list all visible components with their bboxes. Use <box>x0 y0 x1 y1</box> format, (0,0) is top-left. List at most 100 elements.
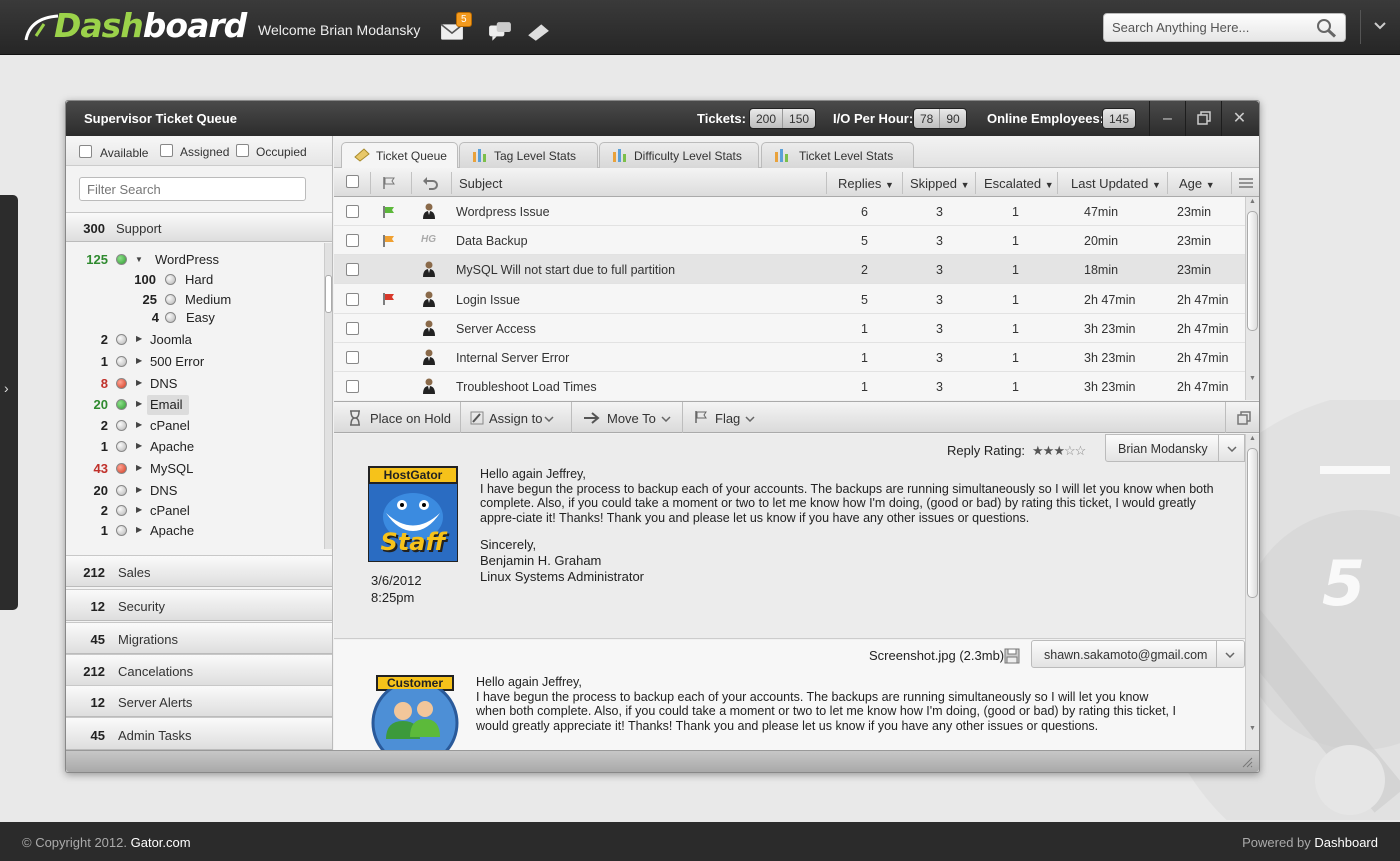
row-checkbox[interactable] <box>346 351 359 364</box>
search-icon[interactable] <box>1315 18 1337 38</box>
star-empty-icon[interactable]: ☆ <box>1064 443 1076 458</box>
tree-item-cpanel[interactable]: 2 ▶ cPanel <box>66 416 324 436</box>
tree-item-medium[interactable]: 25 Medium <box>66 290 324 310</box>
group-support[interactable]: 300 Support <box>66 212 332 242</box>
row-checkbox[interactable] <box>346 380 359 393</box>
tree-item-dns[interactable]: 8 ▶ DNS <box>66 374 324 394</box>
caret-right-icon[interactable]: ▶ <box>136 334 142 343</box>
column-replies[interactable]: Replies ▼ <box>838 176 894 191</box>
tab-tag-level-stats[interactable]: Tag Level Stats <box>459 142 598 168</box>
caret-right-icon[interactable]: ▶ <box>136 485 142 494</box>
close-button[interactable]: ✕ <box>1221 101 1257 136</box>
star-filled-icon[interactable]: ★ <box>1053 443 1065 458</box>
green-flag-icon[interactable] <box>382 205 396 219</box>
caret-right-icon[interactable]: ▶ <box>136 505 142 514</box>
filter-search-input[interactable] <box>79 177 306 201</box>
ticket-icon[interactable] <box>526 22 550 42</box>
caret-right-icon[interactable]: ▶ <box>136 463 142 472</box>
column-escalated[interactable]: Escalated ▼ <box>984 176 1054 191</box>
minimize-button[interactable]: – <box>1149 101 1185 136</box>
tree-item-hard[interactable]: 100 Hard <box>66 270 324 290</box>
table-row[interactable]: Wordpress Issue 6 3 1 47min 23min <box>334 197 1245 226</box>
global-search-input[interactable] <box>1104 14 1309 41</box>
ticket-list-scroll-thumb[interactable] <box>1247 211 1258 331</box>
caret-down-icon[interactable]: ▼ <box>135 255 143 264</box>
undo-column-icon[interactable] <box>422 176 438 190</box>
move-to-button[interactable]: Move To <box>583 402 679 433</box>
place-on-hold-button[interactable]: Place on Hold <box>348 402 460 433</box>
tree-item-joomla[interactable]: 2 ▶ Joomla <box>66 330 324 350</box>
tree-item-mysql[interactable]: 43 ▶ MySQL <box>66 459 324 479</box>
group-server-alerts[interactable]: 12 Server Alerts <box>66 685 332 717</box>
column-last-updated[interactable]: Last Updated ▼ <box>1071 176 1161 191</box>
select-all-checkbox[interactable] <box>346 175 359 188</box>
assigned-checkbox[interactable] <box>160 144 173 157</box>
caret-right-icon[interactable]: ▶ <box>136 378 142 387</box>
global-search[interactable] <box>1103 13 1346 42</box>
reply-rating-stars[interactable]: ★★★☆☆ <box>1032 443 1087 459</box>
occupied-checkbox[interactable] <box>236 144 249 157</box>
tree-item-cpanel-2[interactable]: 2 ▶ cPanel <box>66 501 324 521</box>
tree-scroll-thumb[interactable] <box>325 275 332 313</box>
group-migrations[interactable]: 45 Migrations <box>66 622 332 654</box>
chat-icon[interactable] <box>488 22 512 42</box>
assign-to-button[interactable]: Assign to <box>470 402 570 433</box>
dashboard-logo[interactable]: Dashboard <box>22 8 247 44</box>
tree-item-apache-2[interactable]: 1 ▶ Apache <box>66 521 324 541</box>
row-checkbox[interactable] <box>346 293 359 306</box>
group-sales[interactable]: 212 Sales <box>66 555 332 587</box>
star-filled-icon[interactable]: ★ <box>1043 443 1055 458</box>
conversation-scroll-thumb[interactable] <box>1247 448 1258 598</box>
tree-scrollbar[interactable] <box>324 243 332 549</box>
caret-right-icon[interactable]: ▶ <box>136 525 142 534</box>
scroll-up-icon[interactable]: ▲ <box>1249 435 1256 442</box>
column-menu-icon[interactable] <box>1238 177 1254 189</box>
tab-difficulty-level-stats[interactable]: Difficulty Level Stats <box>599 142 759 168</box>
group-cancelations[interactable]: 212 Cancelations <box>66 654 332 686</box>
caret-right-icon[interactable]: ▶ <box>136 399 142 408</box>
star-empty-icon[interactable]: ☆ <box>1075 443 1087 458</box>
chevron-down-icon[interactable] <box>1374 22 1386 30</box>
table-row[interactable]: Internal Server Error 1 3 1 3h 23min 2h … <box>334 343 1245 372</box>
row-checkbox[interactable] <box>346 322 359 335</box>
red-flag-icon[interactable] <box>382 292 396 306</box>
copyright-site-link[interactable]: Gator.com <box>131 835 191 850</box>
row-checkbox[interactable] <box>346 205 359 218</box>
orange-flag-icon[interactable] <box>382 234 396 248</box>
save-icon[interactable] <box>1004 648 1020 664</box>
row-checkbox[interactable] <box>346 263 359 276</box>
customer-author-dropdown[interactable]: shawn.sakamoto@gmail.com <box>1031 640 1245 668</box>
table-row[interactable]: Login Issue 5 3 1 2h 47min 2h 47min <box>334 284 1245 314</box>
ticket-list-scrollbar[interactable]: ▲ ▼ <box>1245 197 1259 400</box>
tree-item-email[interactable]: 20 ▶ Email <box>66 395 324 415</box>
tree-item-apache[interactable]: 1 ▶ Apache <box>66 437 324 457</box>
row-checkbox[interactable] <box>346 234 359 247</box>
available-checkbox[interactable] <box>79 145 92 158</box>
tree-item-wordpress[interactable]: 125 ▼ WordPress <box>66 250 324 270</box>
tree-item-500-error[interactable]: 1 ▶ 500 Error <box>66 352 324 372</box>
column-subject[interactable]: Subject <box>459 176 502 191</box>
group-admin-tasks[interactable]: 45 Admin Tasks <box>66 717 332 750</box>
scroll-down-icon[interactable]: ▼ <box>1249 375 1256 382</box>
conversation-scrollbar[interactable]: ▲ ▼ <box>1245 434 1259 750</box>
table-row[interactable]: MySQL Will not start due to full partiti… <box>334 255 1245 284</box>
reply-author-dropdown[interactable]: Brian Modansky <box>1105 434 1245 462</box>
popout-icon[interactable] <box>1237 411 1251 425</box>
tab-ticket-level-stats[interactable]: Ticket Level Stats <box>761 142 914 168</box>
caret-right-icon[interactable]: ▶ <box>136 441 142 450</box>
column-skipped[interactable]: Skipped ▼ <box>910 176 970 191</box>
side-drawer-handle[interactable]: › <box>0 195 18 610</box>
tree-item-dns-2[interactable]: 20 ▶ DNS <box>66 481 324 501</box>
flag-column-icon[interactable] <box>382 176 396 190</box>
scroll-up-icon[interactable]: ▲ <box>1249 198 1256 205</box>
restore-button[interactable] <box>1185 101 1221 136</box>
tree-item-easy[interactable]: 4 Easy <box>66 308 324 328</box>
table-row[interactable]: Server Access 1 3 1 3h 23min 2h 47min <box>334 314 1245 343</box>
tab-ticket-queue[interactable]: Ticket Queue <box>341 142 458 169</box>
caret-right-icon[interactable]: ▶ <box>136 356 142 365</box>
table-row[interactable]: HG Data Backup 5 3 1 20min 23min <box>334 226 1245 255</box>
flag-button[interactable]: Flag <box>694 402 764 433</box>
table-row[interactable]: Troubleshoot Load Times 1 3 1 3h 23min 2… <box>334 372 1245 400</box>
scroll-down-icon[interactable]: ▼ <box>1249 725 1256 732</box>
group-security[interactable]: 12 Security <box>66 589 332 621</box>
